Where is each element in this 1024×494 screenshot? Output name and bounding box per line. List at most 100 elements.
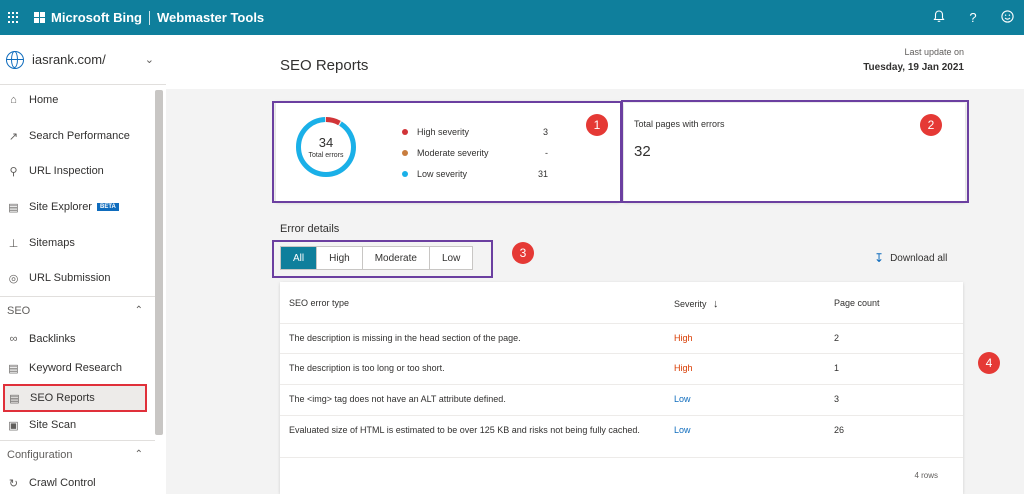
sidebar-item-home[interactable]: ⌂ Home xyxy=(0,86,155,114)
document-icon: ▤ xyxy=(8,362,19,375)
annotation-badge-3: 3 xyxy=(512,242,534,264)
scan-icon: ▣ xyxy=(8,419,19,432)
severity-cell: Low xyxy=(674,394,691,404)
report-icon: ▤ xyxy=(9,392,20,405)
top-bar: Microsoft Bing Webmaster Tools ? xyxy=(0,0,1024,35)
last-update: Last update on Tuesday, 19 Jan 2021 xyxy=(863,47,964,73)
help-icon[interactable]: ? xyxy=(966,10,980,25)
sidebar-scrollbar[interactable] xyxy=(155,90,163,435)
row-divider xyxy=(280,353,963,354)
page-title: SEO Reports xyxy=(280,57,369,74)
microsoft-logo-icon xyxy=(34,11,46,24)
error-type-cell: The description is missing in the head s… xyxy=(289,333,521,343)
chevron-up-icon[interactable]: ⌃ xyxy=(135,449,143,460)
legend-label: High severity xyxy=(417,127,470,137)
filter-high-button[interactable]: High xyxy=(317,247,363,269)
section-label: Configuration xyxy=(7,449,73,461)
annotation-badge-2: 2 xyxy=(920,114,942,136)
sidebar-item-label: Site Explorer xyxy=(29,201,92,213)
sidebar: iasrank.com/ ⌄ ⌂ Home ↗ Search Performan… xyxy=(0,35,166,494)
sidebar-item-backlinks[interactable]: ∞ Backlinks xyxy=(0,325,155,353)
filter-moderate-button[interactable]: Moderate xyxy=(363,247,430,269)
sidebar-item-crawl-control[interactable]: ↻ Crawl Control xyxy=(0,469,155,494)
legend-high-severity: High severity 3 xyxy=(402,125,548,139)
sidebar-item-label: Site Scan xyxy=(29,419,77,431)
column-header-error-type[interactable]: SEO error type xyxy=(289,298,349,308)
sidebar-item-url-inspection[interactable]: ⚲ URL Inspection xyxy=(0,157,155,185)
sidebar-item-label: Keyword Research xyxy=(29,362,122,374)
legend-value: 31 xyxy=(537,169,548,179)
total-pages-label: Total pages with errors xyxy=(634,119,725,129)
sidebar-item-label: SEO Reports xyxy=(30,392,95,404)
severity-cell: High xyxy=(674,363,693,373)
sidebar-item-label: Crawl Control xyxy=(29,477,96,489)
sidebar-item-site-scan[interactable]: ▣ Site Scan xyxy=(0,411,155,439)
sidebar-item-label: Search Performance xyxy=(29,130,130,142)
feedback-smiley-icon[interactable] xyxy=(1000,9,1014,26)
nav-section-seo[interactable]: SEO ⌃ xyxy=(0,297,155,325)
seo-errors-table: SEO error type Severity ↓ Page count The… xyxy=(280,282,963,494)
sort-descending-icon[interactable]: ↓ xyxy=(713,298,719,310)
legend-label: Low severity xyxy=(417,169,468,179)
legend-value: 3 xyxy=(542,127,548,137)
product-name[interactable]: Webmaster Tools xyxy=(157,10,264,25)
sidebar-item-site-explorer[interactable]: ▤ Site Explorer BETA xyxy=(0,193,155,221)
link-icon: ∞ xyxy=(9,333,18,345)
error-type-cell: The description is too long or too short… xyxy=(289,363,445,373)
sidebar-item-label: URL Submission xyxy=(29,272,111,284)
column-header-severity[interactable]: Severity ↓ xyxy=(674,298,719,310)
row-divider xyxy=(280,415,963,416)
row-count-label: 4 rows xyxy=(914,471,938,480)
page-header: SEO Reports Last update on Tuesday, 19 J… xyxy=(166,35,1024,89)
legend-moderate-severity: Moderate severity - xyxy=(402,146,548,160)
severity-filter-group: All High Moderate Low xyxy=(280,246,474,270)
severity-header-label: Severity xyxy=(674,299,707,309)
error-details-title: Error details xyxy=(280,223,340,235)
sidebar-item-label: Sitemaps xyxy=(29,237,75,249)
app-launcher-icon[interactable] xyxy=(8,11,20,24)
document-icon: ▤ xyxy=(8,201,19,214)
chevron-down-icon[interactable]: ⌄ xyxy=(145,53,154,66)
page-count-cell: 2 xyxy=(834,333,840,343)
page-count-cell: 3 xyxy=(834,394,840,404)
legend-low-severity: Low severity 31 xyxy=(402,167,548,181)
notification-bell-icon[interactable] xyxy=(932,9,946,26)
filter-all-button[interactable]: All xyxy=(281,247,318,269)
total-errors-label: Total errors xyxy=(308,152,344,159)
sidebar-item-label: URL Inspection xyxy=(29,165,104,177)
home-icon: ⌂ xyxy=(10,94,17,106)
total-pages-card: Total pages with errors 32 xyxy=(624,103,965,202)
legend-value: - xyxy=(545,148,548,158)
brand-separator xyxy=(149,10,150,25)
last-update-date: Tuesday, 19 Jan 2021 xyxy=(863,62,964,73)
error-type-cell: Evaluated size of HTML is estimated to b… xyxy=(289,425,640,435)
sidebar-item-url-submission[interactable]: ◎ URL Submission xyxy=(0,264,155,292)
row-divider xyxy=(280,323,963,324)
brand-name[interactable]: Microsoft Bing xyxy=(51,10,142,25)
section-label: SEO xyxy=(7,305,31,317)
legend-dot-low xyxy=(402,171,408,177)
row-divider xyxy=(280,384,963,385)
search-icon: ⚲ xyxy=(9,165,18,178)
column-header-page-count[interactable]: Page count xyxy=(834,298,880,308)
chevron-up-icon[interactable]: ⌃ xyxy=(135,305,143,316)
total-errors-value: 34 xyxy=(318,135,334,150)
sidebar-item-seo-reports[interactable]: ▤ SEO Reports xyxy=(3,384,147,412)
page-count-cell: 26 xyxy=(834,425,845,435)
annotation-badge-4: 4 xyxy=(978,352,1000,374)
legend-label: Moderate severity xyxy=(417,148,489,158)
download-all-label: Download all xyxy=(890,252,948,264)
sidebar-item-search-performance[interactable]: ↗ Search Performance xyxy=(0,122,155,150)
sidebar-item-sitemaps[interactable]: ⊥ Sitemaps xyxy=(0,229,155,257)
download-all-button[interactable]: ↧ Download all xyxy=(874,251,947,265)
sidebar-item-label: Home xyxy=(29,94,59,106)
nav-section-configuration[interactable]: Configuration ⌃ xyxy=(0,441,155,469)
filter-low-button[interactable]: Low xyxy=(430,247,472,269)
total-pages-value: 32 xyxy=(634,143,651,160)
legend-dot-high xyxy=(402,129,408,135)
total-errors-card: 34 Total errors High severity 3 Moderate… xyxy=(276,101,620,202)
site-selector[interactable]: iasrank.com/ ⌄ xyxy=(0,35,166,85)
sitemap-icon: ⊥ xyxy=(8,237,19,250)
errors-donut-chart: 34 Total errors xyxy=(294,115,358,179)
sidebar-item-keyword-research[interactable]: ▤ Keyword Research xyxy=(0,354,155,382)
